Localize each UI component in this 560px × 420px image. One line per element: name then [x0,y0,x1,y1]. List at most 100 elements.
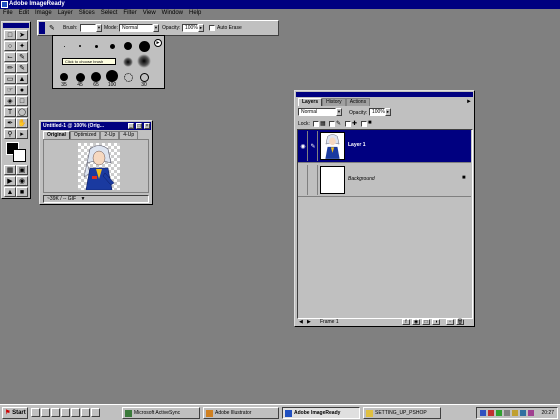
lock-all-checkbox[interactable] [361,121,367,127]
lasso-tool-icon[interactable]: ○ [4,41,16,51]
options-bar-grip[interactable] [39,22,45,34]
visibility-eye-icon[interactable] [299,165,308,195]
paint-brush-slot[interactable] [309,165,318,195]
tray-icon-6[interactable] [520,410,526,416]
clone-stamp-tool-icon[interactable]: ▲ [16,74,28,84]
preview-browser-icon[interactable]: ◉ [16,176,28,186]
brush-special-1[interactable] [121,70,135,84]
move-tool-icon[interactable]: ➤ [16,30,28,40]
layers-palette-title-bar[interactable] [296,92,473,97]
status-dropdown-icon[interactable]: ▼ [80,196,85,202]
clock[interactable]: 20:27 [541,408,554,418]
document-title-bar[interactable]: Untitled-1 @ 100% (Orig... [41,122,151,130]
tab-2up[interactable]: 2-Up [100,131,120,139]
menu-window[interactable]: Window [159,9,186,18]
eyedropper-tool-icon[interactable]: ✒ [4,118,16,128]
brush-soft-13[interactable] [121,55,135,69]
tab-4up[interactable]: 4-Up [119,131,139,139]
eraser-tool-icon-tb[interactable]: ▭ [4,74,16,84]
tray-icon-1[interactable] [480,410,486,416]
paint-bucket-tool-icon[interactable]: ◈ [4,96,16,106]
tab-original[interactable]: Original [43,131,70,139]
close-icon[interactable]: × [144,123,150,129]
menu-select[interactable]: Select [98,9,121,18]
internet-explorer-icon[interactable] [41,408,50,417]
menu-file[interactable]: File [0,9,16,18]
layer-opacity-arrow-icon[interactable]: ► [385,108,391,116]
quicklaunch-icon-7[interactable] [91,408,100,417]
slice-tool-icon[interactable]: ✎ [16,52,28,62]
tray-icon-3[interactable] [496,410,502,416]
brush-dropdown-button[interactable]: ▼ [96,24,102,32]
start-button[interactable]: ⚑ Start [2,407,28,419]
brush-9px[interactable] [105,39,119,53]
dodge-tool-icon[interactable]: ● [16,85,28,95]
mode-select[interactable]: Normal [119,24,153,32]
taskbar-imageready[interactable]: Adobe ImageReady [282,407,360,419]
menu-edit[interactable]: Edit [16,9,32,18]
rectangle-tool-icon[interactable]: □ [16,96,28,106]
layer-row-layer-1[interactable]: ◉ ✎ Layer 1 [298,130,471,163]
new-adjustment-icon[interactable]: ◑ [432,319,440,325]
background-color-swatch[interactable] [13,149,26,162]
brush-soft-100[interactable] [105,69,119,83]
mode-dropdown-button[interactable]: ▼ [153,24,159,32]
brush-menu-arrow-icon[interactable]: ► [154,39,162,47]
tab-optimized[interactable]: Optimized [69,131,101,139]
tray-icon-5[interactable] [512,410,518,416]
image-map-tool-icon[interactable]: ◯ [16,107,28,117]
lock-transparency-checkbox[interactable] [313,121,319,127]
auto-erase-checkbox[interactable] [209,25,215,31]
scroll-right-icon[interactable]: ▶ [307,319,311,325]
brush-3px[interactable] [73,39,87,53]
new-set-icon[interactable]: □ [422,319,430,325]
preview-document-icon[interactable]: ▶ [4,176,16,186]
brush-preview[interactable] [80,24,96,32]
jump-to-photoshop-icon[interactable]: ▲ [4,187,16,197]
tray-icon-7[interactable] [528,410,534,416]
quicklaunch-icon-5[interactable] [71,408,80,417]
pencil-tool-icon[interactable]: ✎ [16,63,28,73]
menu-image[interactable]: Image [32,9,55,18]
layer-opacity-field[interactable]: 100% [369,108,385,116]
taskbar-illustrator[interactable]: Adobe Illustrator [203,407,279,419]
brush-5px[interactable] [89,39,103,53]
toggle-slices-icon[interactable]: ▦ [4,165,16,175]
layer-style-icon[interactable]: f [402,319,410,325]
slice-select-tool-icon[interactable]: ▸ [16,129,28,139]
brush-1px[interactable] [57,39,71,53]
palette-menu-icon[interactable]: ► [466,99,472,105]
opacity-field[interactable]: 100% [182,24,198,32]
menu-slices[interactable]: Slices [76,9,98,18]
blend-mode-dropdown-icon[interactable]: ▼ [336,108,342,116]
tab-layers[interactable]: Layers [298,98,323,106]
lock-image-checkbox[interactable] [329,121,335,127]
rollover-preview-icon[interactable]: ■ [16,187,28,197]
menu-filter[interactable]: Filter [120,9,139,18]
blend-mode-select[interactable]: Normal [298,108,336,116]
visibility-eye-icon[interactable]: ◉ [299,131,308,161]
new-layer-icon[interactable]: ▫ [446,319,454,325]
crop-tool-icon[interactable]: ⌙ [4,52,16,62]
layer-mask-icon[interactable]: ◉ [412,319,420,325]
minimize-icon[interactable]: _ [128,123,134,129]
menu-view[interactable]: View [140,9,159,18]
trash-icon[interactable]: 🗑 [456,319,464,325]
toolbox-title-bar[interactable] [3,23,29,28]
brush-13px[interactable] [121,39,135,53]
quicklaunch-icon-6[interactable] [81,408,90,417]
type-tool-icon[interactable]: T [4,107,16,117]
lock-position-checkbox[interactable] [345,121,351,127]
menu-layer[interactable]: Layer [55,9,76,18]
marquee-tool-icon[interactable]: □ [4,30,16,40]
show-desktop-icon[interactable] [31,408,40,417]
brush-19px[interactable] [137,39,151,53]
zoom-tool-icon[interactable]: ⚲ [4,129,16,139]
menu-help[interactable]: Help [186,9,204,18]
document-canvas[interactable] [43,139,149,193]
magic-wand-tool-icon[interactable]: ✦ [16,41,28,51]
toggle-image-map-icon[interactable]: ▣ [16,165,28,175]
scroll-left-icon[interactable]: ◀ [299,319,303,325]
smudge-tool-icon[interactable]: ☞ [4,85,16,95]
hand-tool-icon[interactable]: ✋ [16,118,28,128]
